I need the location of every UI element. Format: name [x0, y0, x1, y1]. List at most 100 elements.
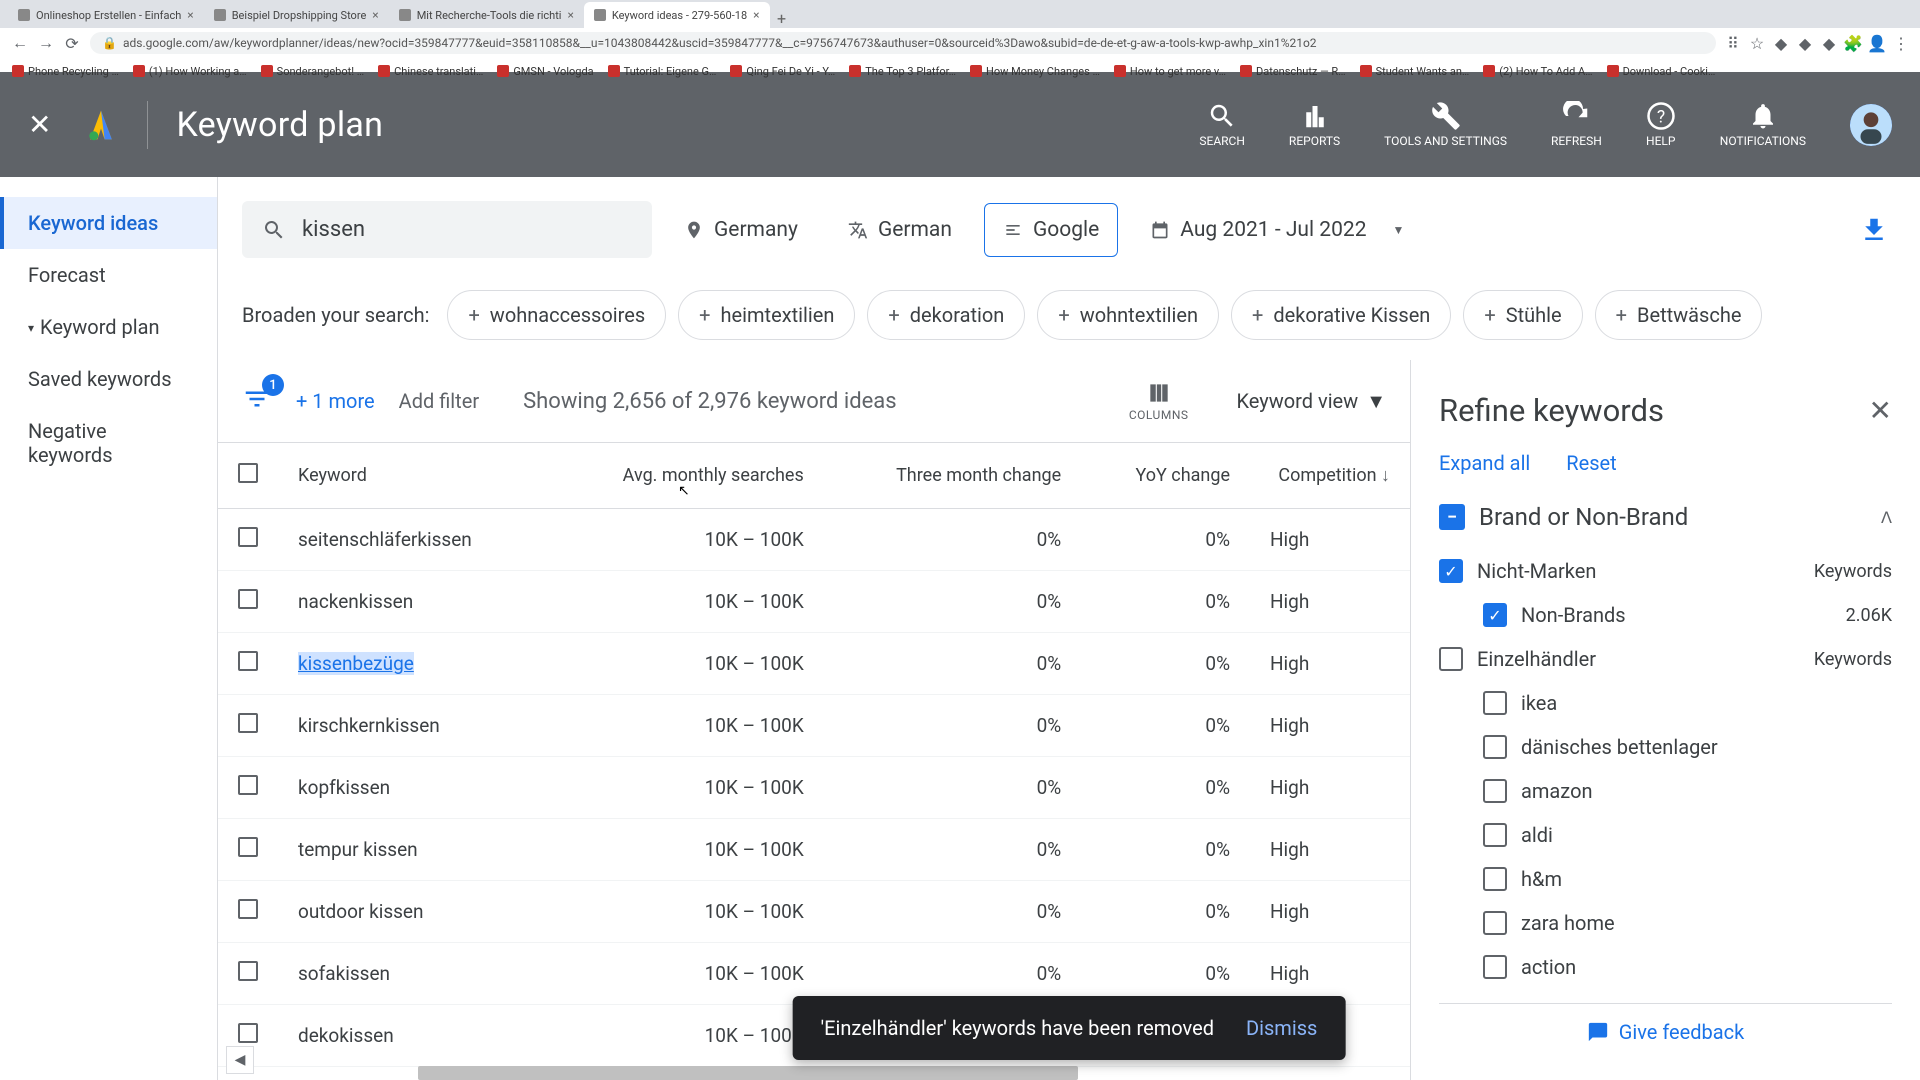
table-row[interactable]: kopfkissen 10K – 100K 0% 0% High [218, 757, 1410, 819]
col-keyword[interactable]: Keyword [278, 443, 546, 509]
col-three-month[interactable]: Three month change [824, 443, 1081, 509]
ext2-icon[interactable]: ◆ [1798, 36, 1812, 50]
refine-section-toggle[interactable]: − Brand or Non-Brand ᐱ [1439, 503, 1892, 531]
sidebar-item-forecast[interactable]: Forecast [0, 249, 217, 301]
col-avg-searches[interactable]: Avg. monthly searches [546, 443, 823, 509]
close-icon[interactable]: × [753, 8, 759, 22]
row-checkbox[interactable] [238, 1023, 258, 1043]
broaden-chip[interactable]: +wohnaccessoires [447, 290, 666, 340]
ext4-icon[interactable]: 🧩 [1846, 36, 1860, 50]
keyword-cell[interactable]: outdoor kissen [298, 900, 424, 923]
checkbox[interactable] [1439, 647, 1463, 671]
nav-back-icon[interactable]: ← [12, 35, 28, 51]
url-input[interactable]: 🔒 ads.google.com/aw/keywordplanner/ideas… [90, 32, 1716, 54]
sidebar-item-negative-keywords[interactable]: Negative keywords [0, 405, 217, 481]
refine-group[interactable]: ✓Nicht-MarkenKeywords [1439, 549, 1892, 593]
table-row[interactable]: tempur kissen 10K – 100K 0% 0% High [218, 819, 1410, 881]
sidebar-item-keyword-plan[interactable]: Keyword plan [0, 301, 217, 353]
header-notifications-button[interactable]: NOTIFICATIONS [1720, 101, 1806, 148]
columns-button[interactable]: COLUMNS [1129, 380, 1189, 422]
table-row[interactable]: kirschkernkissen 10K – 100K 0% 0% High [218, 695, 1410, 757]
bookmark-item[interactable]: (2) How To Add A… [1483, 65, 1592, 78]
horizontal-scrollbar[interactable] [418, 1066, 1078, 1080]
toast-dismiss-button[interactable]: Dismiss [1246, 1016, 1317, 1040]
checkbox[interactable] [1483, 867, 1507, 891]
bookmark-item[interactable]: Chinese translati… [378, 65, 483, 78]
table-row[interactable]: seitenschläferkissen 10K – 100K 0% 0% Hi… [218, 509, 1410, 571]
bookmark-item[interactable]: Tutorial: Eigene G… [608, 65, 717, 78]
sidebar-item-saved-keywords[interactable]: Saved keywords [0, 353, 217, 405]
header-tools-button[interactable]: TOOLS AND SETTINGS [1384, 101, 1507, 148]
refine-group[interactable]: EinzelhändlerKeywords [1439, 637, 1892, 681]
view-dropdown[interactable]: Keyword view ▼ [1237, 389, 1387, 414]
bookmark-item[interactable]: How to get more v… [1114, 65, 1226, 78]
refine-subgroup[interactable]: aldi [1439, 813, 1892, 857]
broaden-chip[interactable]: +heimtextilien [678, 290, 855, 340]
checkbox[interactable]: ✓ [1483, 603, 1507, 627]
row-checkbox[interactable] [238, 837, 258, 857]
close-icon[interactable]: ✕ [1869, 394, 1892, 427]
close-icon[interactable]: × [187, 8, 193, 22]
refine-subgroup[interactable]: zara home [1439, 901, 1892, 945]
menu-icon[interactable]: ⋮ [1894, 36, 1908, 50]
network-selector[interactable]: Google [984, 203, 1118, 257]
keyword-cell[interactable]: kopfkissen [298, 776, 390, 799]
keyword-cell[interactable]: kirschkernkissen [298, 714, 440, 737]
share-icon[interactable]: ☆ [1750, 36, 1764, 50]
broaden-chip[interactable]: +dekorative Kissen [1231, 290, 1451, 340]
checkbox[interactable] [1483, 735, 1507, 759]
table-row[interactable]: outdoor kissen 10K – 100K 0% 0% High [218, 881, 1410, 943]
keyword-cell[interactable]: tempur kissen [298, 838, 418, 861]
broaden-chip[interactable]: +Stühle [1463, 290, 1582, 340]
nav-forward-icon[interactable]: → [38, 35, 54, 51]
row-checkbox[interactable] [238, 899, 258, 919]
refine-subgroup[interactable]: h&m [1439, 857, 1892, 901]
refine-subgroup[interactable]: dänisches bettenlager [1439, 725, 1892, 769]
browser-tab[interactable]: Keyword ideas - 279-560-18× [584, 2, 770, 28]
avatar[interactable] [1850, 104, 1892, 146]
keyword-cell[interactable]: kissenbezüge [298, 652, 414, 675]
header-search-button[interactable]: SEARCH [1199, 101, 1245, 148]
row-checkbox[interactable] [238, 775, 258, 795]
keyword-cell[interactable]: sofakissen [298, 962, 390, 985]
close-icon[interactable]: × [567, 8, 573, 22]
new-tab-button[interactable]: + [770, 9, 794, 28]
filter-button[interactable]: 1 [242, 384, 272, 418]
download-button[interactable] [1852, 208, 1896, 252]
header-help-button[interactable]: ? HELP [1646, 101, 1676, 148]
profile-icon[interactable]: 👤 [1870, 36, 1884, 50]
row-checkbox[interactable] [238, 713, 258, 733]
browser-tab[interactable]: Onlineshop Erstellen - Einfach× [8, 2, 204, 28]
keyword-search-box[interactable]: kissen [242, 201, 652, 258]
bookmark-item[interactable]: Student Wants an… [1360, 65, 1470, 78]
bookmark-item[interactable]: Phone Recycling … [12, 65, 119, 78]
more-filters-link[interactable]: + 1 more [296, 389, 375, 413]
location-selector[interactable]: Germany [666, 204, 816, 256]
ext1-icon[interactable]: ◆ [1774, 36, 1788, 50]
keyword-cell[interactable]: nackenkissen [298, 590, 413, 613]
header-reports-button[interactable]: REPORTS [1289, 101, 1340, 148]
header-refresh-button[interactable]: REFRESH [1551, 101, 1602, 148]
row-checkbox[interactable] [238, 651, 258, 671]
refine-subgroup[interactable]: action [1439, 945, 1892, 989]
close-icon[interactable]: × [372, 8, 378, 22]
keyword-cell[interactable]: seitenschläferkissen [298, 528, 472, 551]
bookmark-item[interactable]: Sonderangebot! … [261, 65, 364, 78]
bookmark-item[interactable]: Datenschutz — R… [1240, 65, 1346, 78]
row-checkbox[interactable] [238, 589, 258, 609]
keyword-cell[interactable]: dekokissen [298, 1024, 394, 1047]
checkbox[interactable] [1483, 955, 1507, 979]
bookmark-item[interactable]: GMSN - Vologda [497, 65, 593, 78]
checkbox[interactable] [1483, 911, 1507, 935]
row-checkbox[interactable] [238, 961, 258, 981]
checkbox[interactable] [1483, 823, 1507, 847]
table-row[interactable]: kissenbezüge 10K – 100K 0% 0% High [218, 633, 1410, 695]
broaden-chip[interactable]: +wohntextilien [1037, 290, 1219, 340]
col-yoy[interactable]: YoY change [1081, 443, 1250, 509]
add-filter-button[interactable]: Add filter [399, 389, 479, 413]
language-selector[interactable]: German [830, 204, 970, 256]
bookmark-item[interactable]: How Money Changes … [970, 65, 1100, 78]
translate-icon[interactable]: ⠿ [1726, 36, 1740, 50]
give-feedback-button[interactable]: Give feedback [1439, 1003, 1892, 1060]
refine-subgroup[interactable]: ikea [1439, 681, 1892, 725]
